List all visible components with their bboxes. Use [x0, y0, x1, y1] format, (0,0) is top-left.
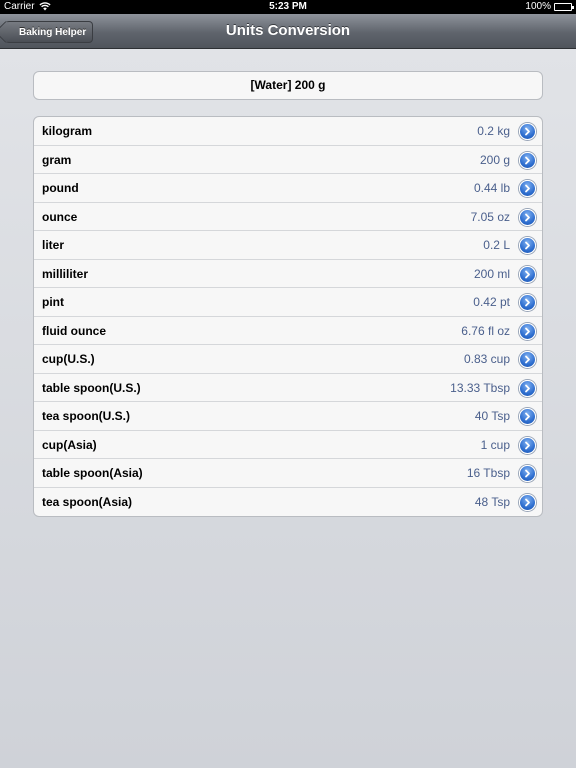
conversion-row[interactable]: cup(Asia) 1 cup — [34, 431, 542, 459]
chevron-right-disclosure-icon[interactable] — [519, 151, 536, 169]
unit-value: 1 cup — [480, 437, 510, 452]
chevron-right-disclosure-icon[interactable] — [519, 123, 536, 140]
unit-label: table spoon(U.S.) — [42, 380, 141, 395]
conversion-row[interactable]: ounce 7.05 oz — [34, 203, 542, 231]
unit-label: ounce — [42, 209, 78, 224]
chevron-right-disclosure-icon[interactable] — [519, 180, 536, 197]
unit-label: gram — [42, 152, 72, 167]
chevron-right-disclosure-icon[interactable] — [519, 294, 536, 311]
unit-value: 0.83 cup — [463, 352, 510, 366]
unit-label: cup(Asia) — [42, 437, 97, 452]
conversion-row[interactable]: kilogram 0.2 kg — [34, 117, 542, 146]
unit-label: pound — [42, 181, 79, 195]
unit-label: tea spoon(U.S.) — [42, 409, 131, 423]
unit-value: 0.2 kg — [477, 124, 510, 138]
conversion-row[interactable]: tea spoon(Asia) 48 Tsp — [34, 488, 542, 517]
chevron-right-disclosure-icon[interactable] — [519, 351, 536, 368]
unit-value: 7.05 oz — [470, 209, 510, 224]
status-bar: Carrier 5:23 PM 100% — [0, 0, 576, 14]
unit-value: 16 Tbsp — [466, 466, 510, 480]
ingredient-header: [Water] 200 g — [33, 71, 543, 100]
status-time: 5:23 PM — [269, 1, 307, 12]
unit-value: 13.33 Tbsp — [450, 380, 510, 395]
unit-value: 0.42 pt — [473, 295, 510, 309]
unit-value: 48 Tsp — [474, 494, 510, 509]
chevron-right-disclosure-icon[interactable] — [519, 237, 536, 254]
conversion-row[interactable]: table spoon(Asia) 16 Tbsp — [34, 459, 542, 488]
battery-indicator: 100% — [525, 1, 574, 12]
unit-value: 200 g — [479, 152, 510, 167]
unit-label: cup(U.S.) — [42, 352, 95, 366]
unit-value: 0.2 L — [483, 238, 510, 252]
conversion-row[interactable]: milliliter 200 ml — [34, 260, 542, 288]
unit-value: 40 Tsp — [474, 409, 510, 423]
chevron-right-disclosure-icon[interactable] — [519, 465, 536, 482]
unit-label: kilogram — [42, 124, 93, 138]
chevron-right-disclosure-icon[interactable] — [519, 408, 536, 425]
chevron-right-disclosure-icon[interactable] — [519, 436, 536, 454]
unit-label: liter — [42, 238, 65, 252]
conversion-row[interactable]: tea spoon(U.S.) 40 Tsp — [34, 402, 542, 431]
battery-icon — [554, 2, 574, 11]
conversion-row[interactable]: liter 0.2 L — [34, 231, 542, 260]
battery-percent: 100% — [525, 1, 551, 12]
chevron-right-disclosure-icon[interactable] — [519, 379, 536, 397]
chevron-right-disclosure-icon[interactable] — [519, 493, 536, 511]
content-area: [Water] 200 g kilogram 0.2 kg gram 200 g… — [0, 49, 576, 768]
conversion-row[interactable]: pint 0.42 pt — [34, 288, 542, 317]
unit-value: 0.44 lb — [473, 181, 510, 195]
unit-label: fluid ounce — [42, 323, 106, 338]
conversion-table: kilogram 0.2 kg gram 200 g pound 0.44 lb… — [33, 116, 543, 517]
unit-label: pint — [42, 295, 64, 309]
unit-label: table spoon(Asia) — [42, 466, 143, 480]
unit-value: 6.76 fl oz — [461, 323, 510, 338]
conversion-row[interactable]: cup(U.S.) 0.83 cup — [34, 345, 542, 374]
conversion-row[interactable]: pound 0.44 lb — [34, 174, 542, 203]
back-button[interactable]: Baking Helper — [5, 21, 94, 43]
unit-value: 200 ml — [473, 266, 510, 281]
conversion-row[interactable]: gram 200 g — [34, 146, 542, 174]
chevron-right-disclosure-icon[interactable] — [519, 208, 536, 226]
chevron-right-disclosure-icon[interactable] — [519, 265, 536, 283]
navigation-bar: Units Conversion Baking Helper — [0, 14, 576, 49]
chevron-right-disclosure-icon[interactable] — [519, 322, 536, 340]
back-button-label: Baking Helper — [19, 27, 87, 38]
unit-label: tea spoon(Asia) — [42, 494, 133, 509]
unit-label: milliliter — [42, 266, 89, 281]
conversion-row[interactable]: table spoon(U.S.) 13.33 Tbsp — [34, 374, 542, 402]
conversion-row[interactable]: fluid ounce 6.76 fl oz — [34, 317, 542, 345]
